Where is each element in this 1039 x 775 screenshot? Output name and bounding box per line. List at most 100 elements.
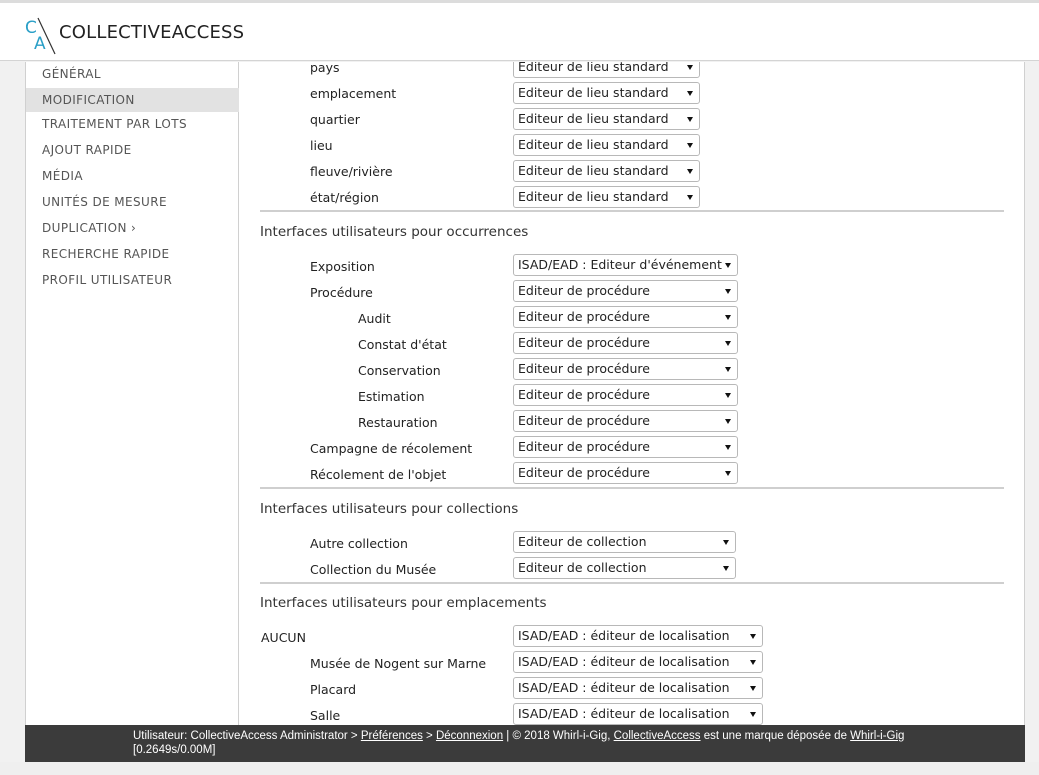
preferences-content: pays Editeur de lieu standard emplacemen… xyxy=(240,62,1024,725)
chevron-down-icon xyxy=(725,419,731,424)
location-editor-select[interactable]: ISAD/EAD : éditeur de localisation xyxy=(513,651,763,673)
chevron-down-icon xyxy=(687,195,693,200)
collection-label: Collection du Musée xyxy=(310,562,437,577)
select-value: Editeur de procédure xyxy=(518,309,650,324)
chevron-down-icon xyxy=(687,65,693,70)
occurrence-editor-select[interactable]: Editeur de procédure xyxy=(513,410,738,432)
logo-text: COLLECTIVEACCESS xyxy=(59,22,245,43)
occurrence-label: Campagne de récolement xyxy=(310,441,473,456)
select-value: Editeur de lieu standard xyxy=(518,163,669,178)
location-editor-select[interactable]: ISAD/EAD : éditeur de localisation xyxy=(513,625,763,647)
sidebar-item-media[interactable]: MÉDIA xyxy=(26,164,239,188)
location-label: AUCUN xyxy=(261,630,306,645)
select-value: Editeur de collection xyxy=(518,534,647,549)
chevron-down-icon xyxy=(725,341,731,346)
place-editor-select[interactable]: Editeur de lieu standard xyxy=(513,62,700,78)
occurrence-label: Restauration xyxy=(358,415,438,430)
sidebar-item-user-profile[interactable]: PROFIL UTILISATEUR xyxy=(26,268,239,292)
select-value: Editeur de lieu standard xyxy=(518,62,669,74)
select-value: ISAD/EAD : éditeur de localisation xyxy=(518,628,730,643)
occurrence-label: Exposition xyxy=(310,259,375,274)
occurrence-editor-select[interactable]: Editeur de procédure xyxy=(513,306,738,328)
select-value: ISAD/EAD : Editeur d'événement xyxy=(518,257,722,272)
chevron-down-icon xyxy=(750,712,756,717)
whirligig-link[interactable]: Whirl-i-Gig xyxy=(850,730,904,742)
sidebar-item-general[interactable]: GÉNÉRAL xyxy=(26,62,239,86)
select-value: Editeur de lieu standard xyxy=(518,111,669,126)
sidebar-item-quick-add[interactable]: AJOUT RAPIDE xyxy=(26,138,239,162)
select-value: Editeur de procédure xyxy=(518,439,650,454)
select-value: Editeur de collection xyxy=(518,560,647,575)
collectiveaccess-logo-icon: C A xyxy=(25,17,56,55)
occurrence-editor-select[interactable]: Editeur de procédure xyxy=(513,332,738,354)
chevron-down-icon xyxy=(687,143,693,148)
logo[interactable]: C A COLLECTIVEACCESS xyxy=(24,16,244,56)
collectiveaccess-link[interactable]: CollectiveAccess xyxy=(614,730,701,742)
section-title-collections: Interfaces utilisateurs pour collections xyxy=(260,501,519,517)
footer-user-text: Utilisateur: CollectiveAccess Administra… xyxy=(133,730,361,742)
section-divider xyxy=(260,582,1004,584)
location-label: Salle xyxy=(310,708,341,723)
location-editor-select[interactable]: ISAD/EAD : éditeur de localisation xyxy=(513,677,763,699)
preferences-link[interactable]: Préférences xyxy=(361,730,423,742)
footer-separator: > xyxy=(422,730,436,742)
chevron-down-icon xyxy=(723,540,729,545)
select-value: Editeur de lieu standard xyxy=(518,189,669,204)
occurrence-editor-select[interactable]: Editeur de procédure xyxy=(513,384,738,406)
bottom-bar xyxy=(0,762,1039,775)
select-value: ISAD/EAD : éditeur de localisation xyxy=(518,654,730,669)
chevron-down-icon xyxy=(687,117,693,122)
occurrence-label: Procédure xyxy=(310,285,373,300)
chevron-down-icon xyxy=(750,660,756,665)
occurrence-editor-select[interactable]: Editeur de procédure xyxy=(513,462,738,484)
collection-editor-select[interactable]: Editeur de collection xyxy=(513,557,736,579)
chevron-down-icon xyxy=(725,315,731,320)
chevron-down-icon xyxy=(750,634,756,639)
footer-trademark-text: est une marque déposée de xyxy=(700,730,851,742)
occurrence-label: Estimation xyxy=(358,389,425,404)
occurrence-editor-select[interactable]: ISAD/EAD : Editeur d'événement xyxy=(513,254,738,276)
place-editor-select[interactable]: Editeur de lieu standard xyxy=(513,186,700,208)
place-label: quartier xyxy=(310,112,360,127)
select-value: Editeur de procédure xyxy=(518,335,650,350)
select-value: Editeur de procédure xyxy=(518,465,650,480)
sidebar-item-batch[interactable]: TRAITEMENT PAR LOTS xyxy=(26,112,239,136)
select-value: Editeur de procédure xyxy=(518,413,650,428)
place-editor-select[interactable]: Editeur de lieu standard xyxy=(513,82,700,104)
place-editor-select[interactable]: Editeur de lieu standard xyxy=(513,160,700,182)
select-value: ISAD/EAD : éditeur de localisation xyxy=(518,706,730,721)
place-editor-select[interactable]: Editeur de lieu standard xyxy=(513,108,700,130)
chevron-down-icon xyxy=(687,91,693,96)
chevron-down-icon xyxy=(687,169,693,174)
location-label: Placard xyxy=(310,682,357,697)
chevron-down-icon xyxy=(725,445,731,450)
place-label: emplacement xyxy=(310,86,397,101)
select-value: Editeur de procédure xyxy=(518,283,650,298)
sidebar-item-quick-search[interactable]: RECHERCHE RAPIDE xyxy=(26,242,239,266)
sidebar-item-duplication[interactable]: DUPLICATION › xyxy=(26,216,239,240)
footer-user-line: Utilisateur: CollectiveAccess Administra… xyxy=(133,730,904,742)
select-value: ISAD/EAD : éditeur de localisation xyxy=(518,680,730,695)
occurrence-editor-select[interactable]: Editeur de procédure xyxy=(513,358,738,380)
collection-editor-select[interactable]: Editeur de collection xyxy=(513,531,736,553)
occurrence-editor-select[interactable]: Editeur de procédure xyxy=(513,280,738,302)
occurrence-label: Conservation xyxy=(358,363,441,378)
occurrence-editor-select[interactable]: Editeur de procédure xyxy=(513,436,738,458)
footer: Utilisateur: CollectiveAccess Administra… xyxy=(25,725,1025,762)
logout-link[interactable]: Déconnexion xyxy=(436,730,503,742)
chevron-down-icon xyxy=(725,367,731,372)
header: C A COLLECTIVEACCESS xyxy=(0,3,1039,61)
location-label: Musée de Nogent sur Marne xyxy=(310,656,487,671)
place-editor-select[interactable]: Editeur de lieu standard xyxy=(513,134,700,156)
section-title-occurrences: Interfaces utilisateurs pour occurrences xyxy=(260,224,529,240)
sidebar-item-modification[interactable]: MODIFICATION xyxy=(26,88,239,112)
select-value: Editeur de procédure xyxy=(518,361,650,376)
select-value: Editeur de lieu standard xyxy=(518,85,669,100)
location-editor-select[interactable]: ISAD/EAD : éditeur de localisation xyxy=(513,703,763,725)
chevron-down-icon xyxy=(725,393,731,398)
sidebar-item-units[interactable]: UNITÉS DE MESURE xyxy=(26,190,239,214)
place-label: état/région xyxy=(310,190,379,205)
svg-text:A: A xyxy=(34,34,46,54)
place-label: fleuve/rivière xyxy=(310,164,393,179)
occurrence-label: Récolement de l'objet xyxy=(310,467,447,482)
